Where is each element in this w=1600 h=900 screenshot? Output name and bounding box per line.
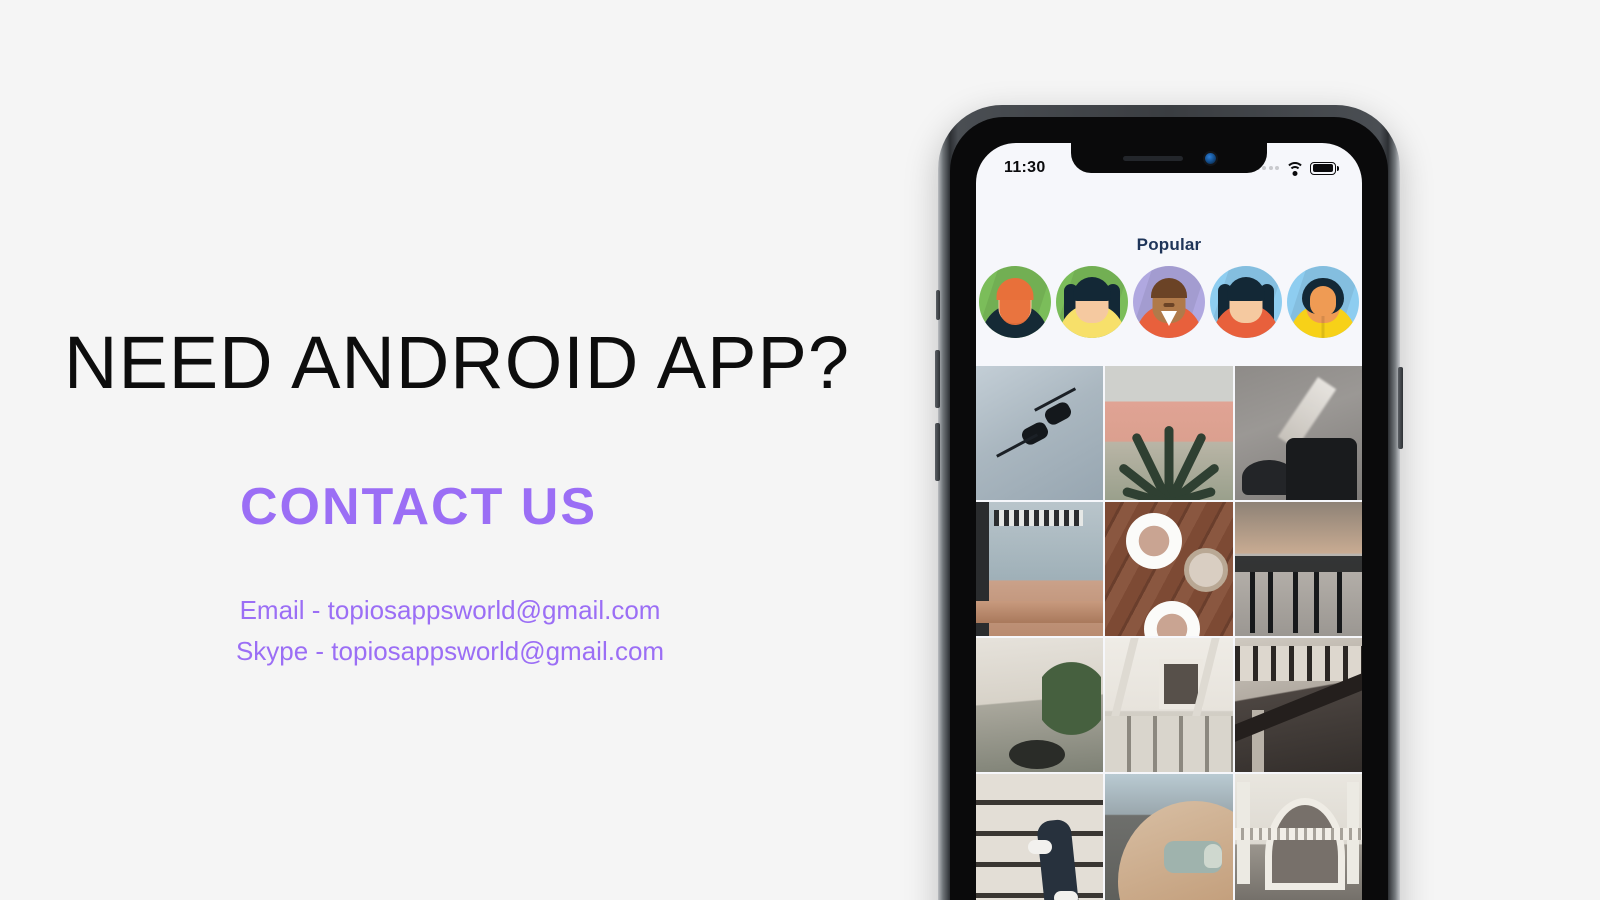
avatar-3[interactable] [1133, 266, 1205, 338]
contact-skype: Skype - topiosappsworld@gmail.com [235, 636, 665, 666]
phone-bezel: 11:30 Popular [950, 117, 1388, 900]
photo-image [1105, 774, 1233, 900]
photo-image [1105, 638, 1233, 772]
photo-cafe-window-bench[interactable] [976, 502, 1104, 636]
photo-image [1105, 502, 1233, 636]
volume-down-button[interactable] [935, 423, 940, 481]
speaker-grille-icon [1122, 155, 1183, 161]
photo-round-wood-table[interactable] [1105, 774, 1233, 900]
contact-us-heading: CONTACT US [240, 478, 598, 536]
photo-staircase-railing[interactable] [1234, 638, 1362, 772]
status-bar-indicators [1255, 161, 1339, 176]
contact-email: Email - topiosappsworld@gmail.com [239, 595, 661, 625]
contact-details: Email - topiosappsworld@gmail.com Skype … [0, 590, 900, 672]
phone-screen: 11:30 Popular [976, 143, 1362, 900]
phone-mockup: 11:30 Popular [935, 105, 1403, 900]
avatar-face [1310, 286, 1336, 316]
photo-image [976, 638, 1104, 772]
volume-up-button[interactable] [935, 350, 940, 408]
promo-section: NEED ANDROID APP? CONTACT US Email - top… [0, 0, 930, 900]
front-camera-icon [1204, 152, 1216, 164]
avatar-5[interactable] [1287, 266, 1359, 338]
page-title: NEED ANDROID APP? [64, 321, 851, 404]
photo-ornate-hall-arch[interactable] [1234, 774, 1362, 900]
power-button[interactable] [1398, 367, 1403, 449]
photo-courtyard-oranges[interactable] [976, 638, 1104, 772]
photo-latte-on-wood[interactable] [1105, 502, 1233, 636]
photo-white-atrium[interactable] [1105, 638, 1233, 772]
avatar-2[interactable] [1056, 266, 1128, 338]
wifi-icon [1285, 161, 1304, 176]
popular-users-row [976, 266, 1362, 338]
photo-image [1234, 638, 1362, 772]
battery-icon [1310, 161, 1339, 175]
photo-grey-wall-chair[interactable] [1234, 366, 1362, 500]
phone-notch [1071, 143, 1267, 173]
photo-image [1234, 366, 1362, 500]
page-canvas: NEED ANDROID APP? CONTACT US Email - top… [0, 0, 1600, 900]
photo-black-chairs-counter[interactable] [1234, 502, 1362, 636]
photo-image [1234, 774, 1362, 900]
photo-image [976, 502, 1104, 636]
silent-switch[interactable] [936, 290, 940, 320]
photo-image [1234, 502, 1362, 636]
photo-image [976, 774, 1104, 900]
avatar-4[interactable] [1210, 266, 1282, 338]
avatar-1[interactable] [979, 266, 1051, 338]
photo-image [976, 366, 1104, 500]
photo-grid [976, 366, 1362, 900]
photo-palm-pink-wall[interactable] [1105, 366, 1233, 500]
photo-image [1105, 366, 1233, 500]
avatar-moustache [1163, 303, 1175, 307]
avatar-top-seam [1321, 316, 1325, 338]
photo-sunglasses-on-denim[interactable] [976, 366, 1104, 500]
status-bar-time: 11:30 [1004, 159, 1046, 176]
app-screen-title: Popular [1136, 235, 1202, 254]
photo-marble-steps-legs[interactable] [976, 774, 1104, 900]
